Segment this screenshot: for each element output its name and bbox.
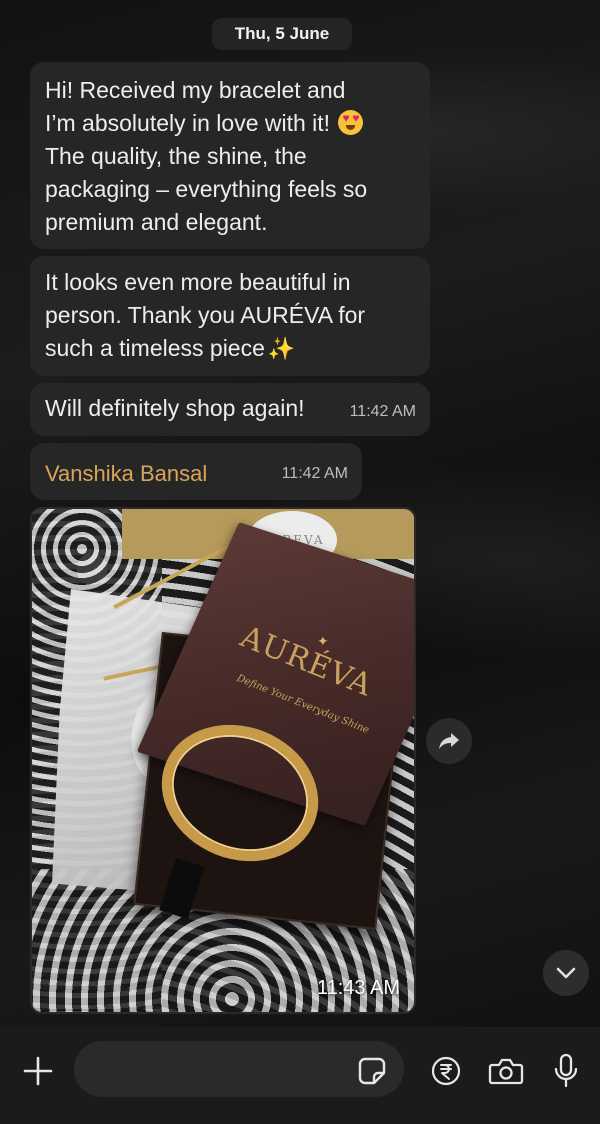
- message-line: I’m absolutely in love with it!: [45, 110, 331, 136]
- camera-icon: [488, 1058, 524, 1085]
- voice-message-button[interactable]: [546, 1051, 586, 1091]
- share-arrow-icon: [439, 733, 459, 749]
- message-line: such a timeless piece: [45, 335, 265, 361]
- image-message[interactable]: AUREVA AUREVA ✦ AURÉVA Define Your Every…: [30, 507, 416, 1014]
- message-line: Hi! Received my bracelet and: [45, 77, 346, 103]
- payment-button[interactable]: [426, 1051, 466, 1091]
- date-separator: Thu, 5 June: [212, 18, 352, 50]
- scroll-to-bottom-button[interactable]: [543, 950, 589, 996]
- message-line-with-emoji: such a timeless piece ✨: [45, 332, 416, 365]
- message-line: person. Thank you AURÉVA for: [45, 302, 366, 328]
- message-bubble[interactable]: Hi! Received my bracelet and I’m absolut…: [30, 62, 430, 249]
- message-line: premium and elegant.: [45, 209, 268, 235]
- sender-name[interactable]: Vanshika Bansal: [45, 461, 207, 486]
- microphone-icon: [554, 1053, 578, 1088]
- sender-bubble[interactable]: Vanshika Bansal 11:42 AM: [30, 443, 362, 500]
- plus-icon: [23, 1056, 53, 1086]
- chevron-down-icon: [556, 967, 576, 979]
- sticker-icon: [358, 1057, 386, 1085]
- forward-button[interactable]: [426, 718, 472, 764]
- sticker-button[interactable]: [357, 1056, 387, 1086]
- image-timestamp: 11:43 AM: [316, 977, 400, 999]
- message-input[interactable]: [74, 1041, 404, 1097]
- message-line: It looks even more beautiful in: [45, 269, 351, 295]
- message-line: The quality, the shine, the: [45, 143, 307, 169]
- heart-eyes-emoji-icon: [338, 110, 364, 135]
- message-text: Will definitely shop again!: [45, 395, 305, 421]
- rupee-payment-icon: [431, 1056, 461, 1086]
- message-timestamp: 11:42 AM: [281, 465, 348, 482]
- message-composer: [0, 1027, 600, 1124]
- message-line: packaging – everything feels so: [45, 176, 368, 202]
- sparkles-emoji-icon: ✨: [267, 336, 296, 361]
- message-line-with-emoji: I’m absolutely in love with it!: [45, 107, 416, 140]
- message-bubble[interactable]: Will definitely shop again! 11:42 AM: [30, 383, 430, 436]
- message-timestamp: 11:42 AM: [349, 403, 416, 420]
- message-bubble[interactable]: It looks even more beautiful in person. …: [30, 256, 430, 376]
- date-separator-label: Thu, 5 June: [234, 24, 330, 43]
- camera-button[interactable]: [486, 1051, 526, 1091]
- attach-button[interactable]: [18, 1051, 58, 1091]
